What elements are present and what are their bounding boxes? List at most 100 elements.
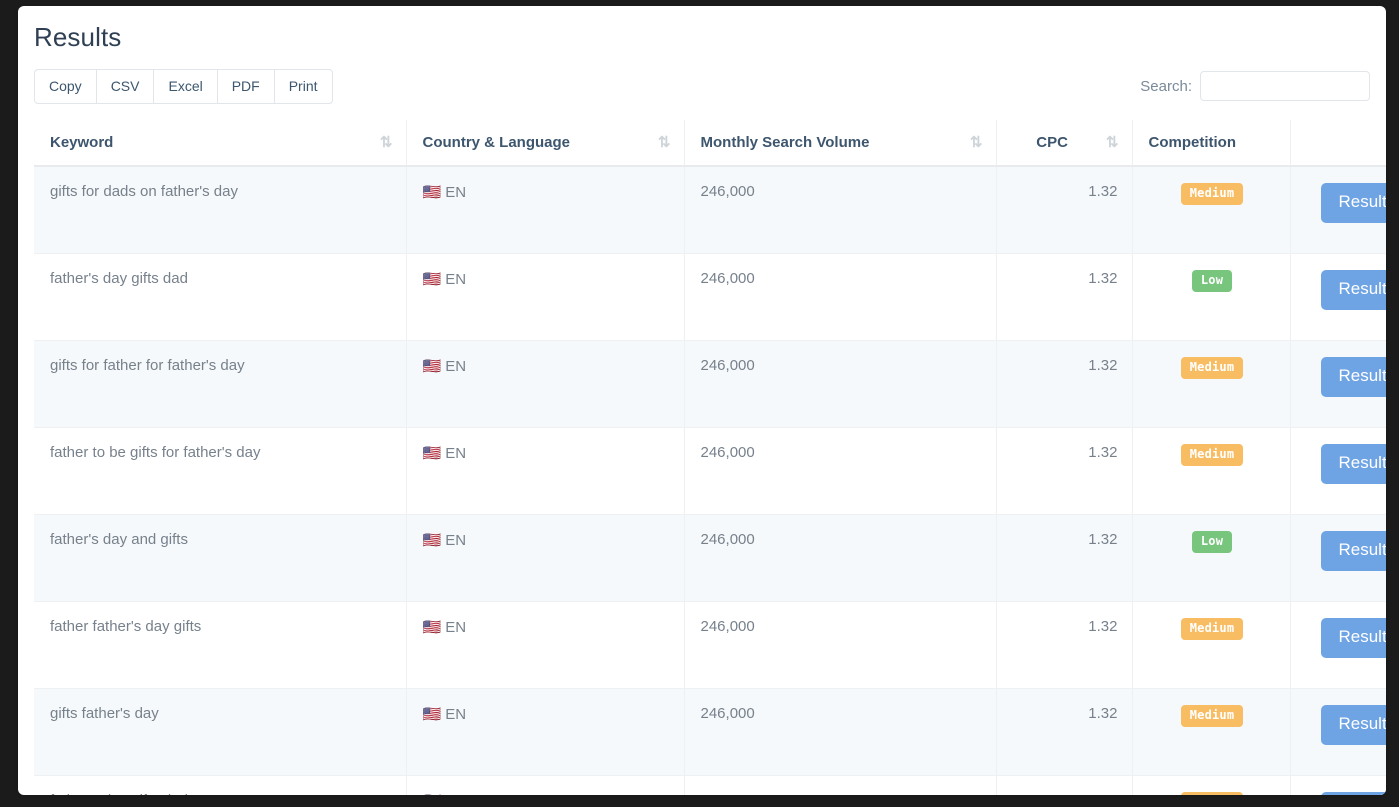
cell-monthly-search-volume: 246,000 (684, 166, 996, 254)
cell-monthly-search-volume: 246,000 (684, 341, 996, 428)
competition-badge: Medium (1181, 357, 1244, 379)
competition-badge: Low (1192, 270, 1232, 292)
cell-cpc: 1.32 (996, 341, 1132, 428)
column-header-label: Country & Language (423, 134, 571, 151)
cell-cpc: 1.32 (996, 689, 1132, 776)
cell-cpc: 1.32 (996, 166, 1132, 254)
sort-updown-icon[interactable]: ⇅ (1106, 135, 1118, 150)
table-row: father's day gifts dads🇺🇸EN246,0001.32Me… (34, 776, 1386, 796)
us-flag-icon: 🇺🇸 (423, 271, 442, 288)
cell-keyword: father's day gifts dad (34, 254, 406, 341)
column-header-label: Keyword (50, 134, 113, 151)
cell-action: Results (1290, 689, 1386, 776)
cell-cpc: 1.32 (996, 776, 1132, 796)
copy-button[interactable]: Copy (34, 69, 96, 104)
cell-keyword: gifts father's day (34, 689, 406, 776)
results-table: Keyword⇅Country & Language⇅Monthly Searc… (34, 120, 1386, 795)
cell-competition: Medium (1132, 689, 1290, 776)
cell-action: Results (1290, 515, 1386, 602)
cell-monthly-search-volume: 246,000 (684, 602, 996, 689)
table-header: Keyword⇅Country & Language⇅Monthly Searc… (34, 120, 1386, 166)
column-header-monthly-search-volume[interactable]: Monthly Search Volume ⇅ (684, 120, 996, 166)
us-flag-icon: 🇺🇸 (423, 532, 442, 549)
table-row: father to be gifts for father's day🇺🇸EN2… (34, 428, 1386, 515)
results-card: Results CopyCSVExcelPDFPrint Search: Key… (18, 6, 1386, 795)
column-header-keyword[interactable]: Keyword ⇅ (34, 120, 406, 166)
results-button[interactable]: Results (1321, 792, 1387, 795)
cell-country-language: 🇺🇸EN (406, 254, 684, 341)
competition-badge: Medium (1181, 792, 1244, 795)
cell-competition: Low (1132, 254, 1290, 341)
cell-keyword: gifts for dads on father's day (34, 166, 406, 254)
language-code: EN (445, 184, 466, 201)
cell-action: Results (1290, 341, 1386, 428)
results-button[interactable]: Results (1321, 444, 1387, 484)
cell-monthly-search-volume: 246,000 (684, 428, 996, 515)
search-label: Search: (1140, 78, 1192, 95)
language-code: EN (445, 532, 466, 549)
export-button-group: CopyCSVExcelPDFPrint (34, 69, 333, 104)
column-header-competition: Competition (1132, 120, 1290, 166)
results-button[interactable]: Results (1321, 531, 1387, 571)
table-row: gifts for dads on father's day🇺🇸EN246,00… (34, 166, 1386, 254)
table-header-row: Keyword⇅Country & Language⇅Monthly Searc… (34, 120, 1386, 166)
us-flag-icon: 🇺🇸 (423, 793, 442, 795)
cell-competition: Medium (1132, 428, 1290, 515)
language-code: EN (445, 271, 466, 288)
cell-competition: Medium (1132, 341, 1290, 428)
cell-action: Results (1290, 776, 1386, 796)
results-button[interactable]: Results (1321, 357, 1387, 397)
cell-cpc: 1.32 (996, 254, 1132, 341)
competition-badge: Medium (1181, 183, 1244, 205)
excel-button[interactable]: Excel (153, 69, 216, 104)
cell-country-language: 🇺🇸EN (406, 776, 684, 796)
results-button[interactable]: Results (1321, 183, 1387, 223)
language-code: EN (445, 793, 466, 795)
table-row: father's day gifts dad🇺🇸EN246,0001.32Low… (34, 254, 1386, 341)
cell-country-language: 🇺🇸EN (406, 515, 684, 602)
language-code: EN (445, 358, 466, 375)
cell-action: Results (1290, 428, 1386, 515)
cell-action: Results (1290, 602, 1386, 689)
cell-competition: Low (1132, 515, 1290, 602)
column-header-cpc[interactable]: CPC ⇅ (996, 120, 1132, 166)
search-input[interactable] (1200, 71, 1370, 101)
cell-monthly-search-volume: 246,000 (684, 515, 996, 602)
sort-updown-icon[interactable]: ⇅ (970, 135, 982, 150)
cell-competition: Medium (1132, 602, 1290, 689)
cell-cpc: 1.32 (996, 428, 1132, 515)
cell-monthly-search-volume: 246,000 (684, 776, 996, 796)
language-code: EN (445, 619, 466, 636)
column-header-label: CPC (1036, 134, 1068, 151)
cell-monthly-search-volume: 246,000 (684, 689, 996, 776)
cell-country-language: 🇺🇸EN (406, 602, 684, 689)
table-row: gifts for father for father's day🇺🇸EN246… (34, 341, 1386, 428)
column-header-country-language[interactable]: Country & Language ⇅ (406, 120, 684, 166)
us-flag-icon: 🇺🇸 (423, 706, 442, 723)
cell-cpc: 1.32 (996, 602, 1132, 689)
cell-competition: Medium (1132, 166, 1290, 254)
table-row: father father's day gifts🇺🇸EN246,0001.32… (34, 602, 1386, 689)
results-button[interactable]: Results (1321, 270, 1387, 310)
column-header-label: Competition (1149, 134, 1237, 151)
table-body: gifts for dads on father's day🇺🇸EN246,00… (34, 166, 1386, 795)
column-header-label: Monthly Search Volume (701, 134, 870, 151)
cell-keyword: father to be gifts for father's day (34, 428, 406, 515)
competition-badge: Medium (1181, 618, 1244, 640)
print-button[interactable]: Print (274, 69, 333, 104)
sort-updown-icon[interactable]: ⇅ (658, 135, 670, 150)
us-flag-icon: 🇺🇸 (423, 619, 442, 636)
cell-keyword: gifts for father for father's day (34, 341, 406, 428)
language-code: EN (445, 445, 466, 462)
cell-competition: Medium (1132, 776, 1290, 796)
sort-updown-icon[interactable]: ⇅ (380, 135, 392, 150)
csv-button[interactable]: CSV (96, 69, 154, 104)
competition-badge: Medium (1181, 444, 1244, 466)
competition-badge: Medium (1181, 705, 1244, 727)
pdf-button[interactable]: PDF (217, 69, 274, 104)
cell-country-language: 🇺🇸EN (406, 689, 684, 776)
cell-country-language: 🇺🇸EN (406, 166, 684, 254)
results-button[interactable]: Results (1321, 618, 1387, 658)
results-button[interactable]: Results (1321, 705, 1387, 745)
competition-badge: Low (1192, 531, 1232, 553)
